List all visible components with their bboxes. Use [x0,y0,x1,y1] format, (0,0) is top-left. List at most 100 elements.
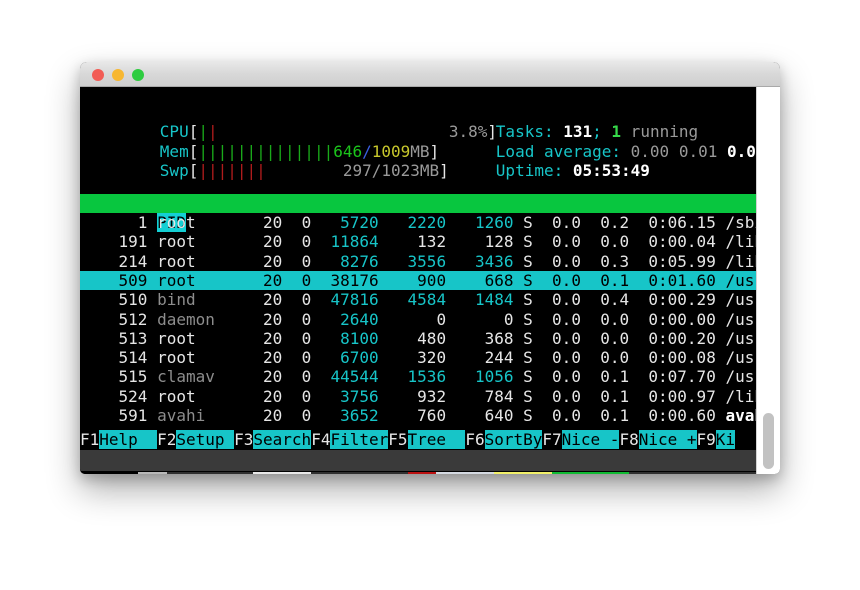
cell-state: S [513,309,533,329]
cell-shr: 244 [446,348,514,368]
function-key-label-f2[interactable]: Setup [176,430,235,449]
cell-res: 1536 [378,367,447,387]
tmux-datetime: 2017-04-13 16:42:03 [629,472,756,474]
tmux-status-bar[interactable]: @ 0:wh-Z 1:mon* 10! 5h53m 0.00 1010M64% … [80,450,756,474]
cell-mem: 0.1 [580,406,630,425]
cell-time: 0:00.00 [629,309,716,329]
tmux-session-indicator[interactable]: @ [137,472,167,474]
cell-cpu: 0.0 [532,232,581,252]
cell-state: S [513,386,533,406]
cell-virt: 6700 [311,348,379,368]
table-row[interactable]: 214 root 20 0 8276 3556 3436 S 0.0 0.3 0… [80,252,756,271]
function-key-label-f8[interactable]: Nice + [638,430,697,449]
tmux-load: 0.00 [494,472,553,474]
cell-shr: 640 [446,406,514,425]
cell-pri: 20 [224,270,283,290]
cell-cpu: 0.0 [532,213,581,232]
cell-cpu: 0.0 [532,386,581,406]
cell-pri: 20 [224,213,283,232]
function-key-bar[interactable]: F1Help F2Setup F3SearchF4FilterF5Tree F6… [80,430,756,450]
tmux-window-1[interactable]: 1:mon* [253,472,312,474]
function-key-f8[interactable]: F8 [619,430,639,449]
cell-mem: 0.1 [580,270,630,290]
cell-pri: 20 [224,328,283,348]
function-key-f2[interactable]: F2 [157,430,177,449]
cell-res: 760 [378,406,447,425]
function-key-f7[interactable]: F7 [542,430,562,449]
table-row[interactable]: 515 clamav 20 0 44544 1536 1056 S 0.0 0.… [80,367,756,386]
cell-user: root [147,348,225,368]
cell-ni: 0 [282,386,312,406]
cell-res: 320 [378,348,447,368]
cell-cpu: 0.0 [532,270,581,290]
function-key-label-f3[interactable]: Search [253,430,312,449]
cell-shr: 668 [446,270,514,290]
cell-virt: 2640 [311,309,379,329]
terminal-content[interactable]: CPU[|| 3.8%] Mem[||||||||||||||646/1009M… [80,87,756,474]
function-key-label-f6[interactable]: SortBy [484,430,543,449]
terminal-window[interactable]: CPU[|| 3.8%] Mem[||||||||||||||646/1009M… [80,62,780,474]
table-row[interactable]: 524 root 20 0 3756 932 784 S 0.0 0.1 0:0… [80,387,756,406]
table-row[interactable]: 512 daemon 20 0 2640 0 0 S 0.0 0.0 0:00.… [80,310,756,329]
table-row[interactable]: 509 root 20 0 38176 900 668 S 0.0 0.1 0:… [80,270,756,291]
cell-ni: 0 [282,328,312,348]
function-key-f1[interactable]: F1 [80,430,100,449]
cell-res: 480 [378,328,447,348]
cell-shr: 3436 [446,251,514,271]
cell-time: 0:00.29 [629,290,716,310]
maximize-button[interactable] [132,69,144,81]
tmux-window-0[interactable]: 0:wh-Z [166,472,254,474]
table-row[interactable]: 510 bind 20 0 47816 4584 1484 S 0.0 0.4 … [80,290,756,309]
function-key-label-f5[interactable]: Tree [407,430,466,449]
tasks-line: Tasks: 131; 1 running [438,103,756,141]
cell-cpu: 0.0 [532,406,581,425]
table-row[interactable]: 1 root 20 0 5720 2220 1260 S 0.0 0.2 0:0… [80,213,756,232]
table-row[interactable]: 514 root 20 0 6700 320 244 S 0.0 0.0 0:0… [80,348,756,367]
tmux-date: 2017-04-13 [639,472,735,474]
minimize-button[interactable] [112,69,124,81]
close-button[interactable] [92,69,104,81]
table-row[interactable]: 591 avahi 20 0 3652 760 640 S 0.0 0.1 0:… [80,406,756,425]
cell-shr: 1056 [446,367,514,387]
table-header-row[interactable]: PID USER PRI NI VIRT RES SHR S CPU% MEM%… [80,194,756,233]
vertical-scrollbar[interactable] [756,87,780,474]
cell-pid: 509 [80,270,148,290]
function-key-label-f1[interactable]: Help [99,430,158,449]
function-key-f5[interactable]: F5 [388,430,408,449]
function-key-f6[interactable]: F6 [465,430,485,449]
function-key-f9[interactable]: F9 [696,430,716,449]
cell-mem: 0.4 [580,290,630,310]
function-key-label-f7[interactable]: Nice - [561,430,620,449]
cell-user: clamav [147,367,225,387]
cell-pid: 515 [80,367,148,387]
cell-state: S [513,367,533,387]
cell-pid: 510 [80,290,148,310]
cell-user: root [147,232,225,252]
cell-command: /usr/ [725,290,756,310]
cell-mem: 0.1 [580,386,630,406]
table-row[interactable]: 513 root 20 0 8100 480 368 S 0.0 0.0 0:0… [80,329,756,348]
cell-mem: 0.0 [580,232,630,252]
window-titlebar[interactable] [80,62,780,87]
cell-mem: 0.1 [580,367,630,387]
cell-cpu: 0.0 [532,348,581,368]
cell-pri: 20 [224,251,283,271]
table-row[interactable]: 191 root 20 0 11864 132 128 S 0.0 0.0 0:… [80,232,756,251]
tmux-time: 16:42:03 [745,472,756,474]
function-key-label-f9[interactable]: Ki [715,430,736,449]
tmux-uptime: 5h53m [436,472,495,474]
function-key-label-f4[interactable]: Filter [330,430,389,449]
scrollbar-thumb[interactable] [763,413,774,469]
cell-shr: 1484 [446,290,514,310]
cell-pri: 20 [224,290,283,310]
cell-res: 0 [378,309,447,329]
function-key-f3[interactable]: F3 [234,430,254,449]
cell-shr: 368 [446,328,514,348]
cell-shr: 1260 [446,213,514,232]
function-key-f4[interactable]: F4 [311,430,331,449]
tmux-memory-percent: 64% [600,472,629,474]
cell-virt: 3652 [311,406,379,425]
cell-user: avahi [147,406,225,425]
cell-pid: 1 [80,213,148,232]
cell-ni: 0 [282,232,312,252]
